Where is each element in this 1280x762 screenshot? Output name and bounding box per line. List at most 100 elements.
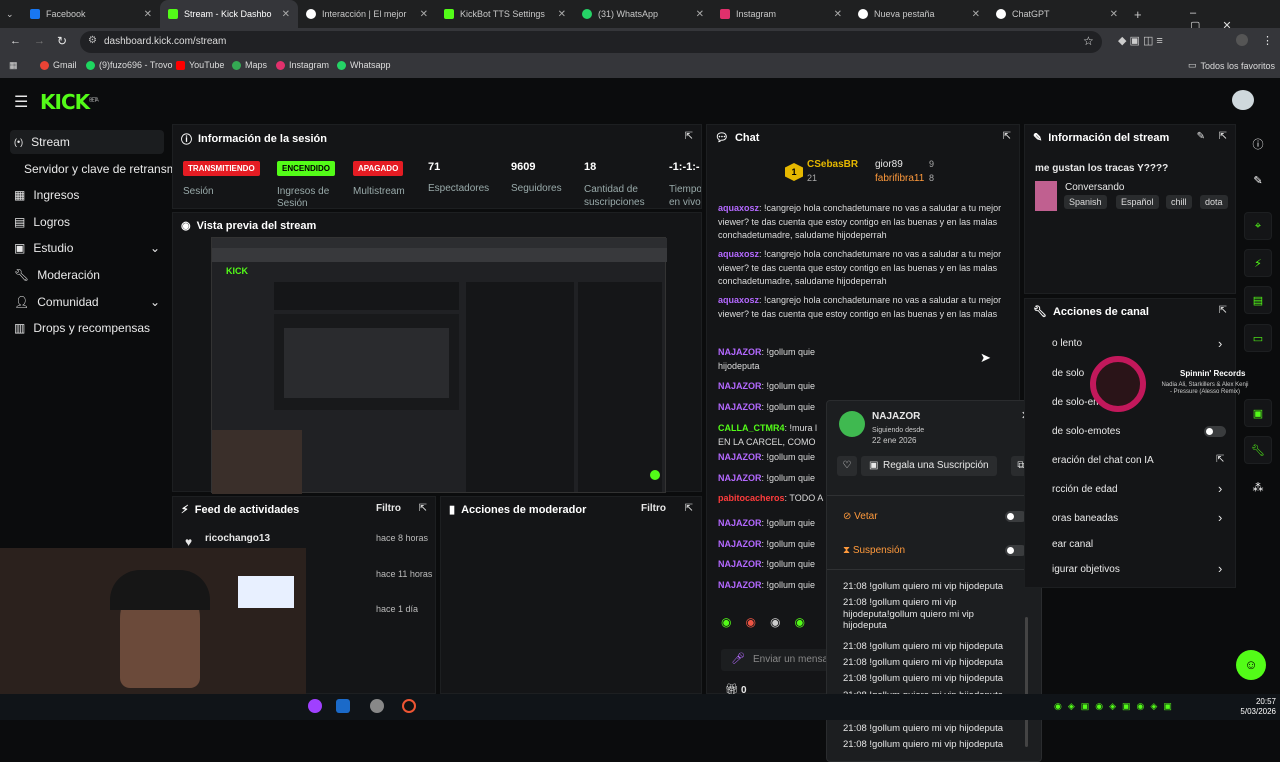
browser-tab[interactable]: KickBot TTS Settings ✕ xyxy=(436,0,574,28)
close-icon[interactable]: ✕ xyxy=(558,9,566,20)
browser-tab[interactable]: Nueva pestaña ✕ xyxy=(850,0,988,28)
chat-username[interactable]: aquaxosz xyxy=(718,295,759,305)
channel-action[interactable]: rcción de edad xyxy=(1052,484,1118,495)
bookmark-youtube[interactable]: YouTube xyxy=(176,60,224,70)
chat-username[interactable]: CALLA_CTMR4 xyxy=(718,423,785,433)
channel-action[interactable]: oras baneadas xyxy=(1052,513,1118,524)
chevron-right-icon[interactable]: › xyxy=(1218,481,1222,496)
bookmark-gmail[interactable]: Gmail xyxy=(40,60,77,70)
browser-tab[interactable]: Stream - Kick Dashbo ✕ xyxy=(160,0,298,28)
close-icon[interactable]: ✕ xyxy=(696,9,704,20)
chat-username[interactable]: NAJAZOR xyxy=(718,381,762,391)
tag[interactable]: dota xyxy=(1200,195,1228,209)
sidebar-item-stream[interactable]: (•) Stream xyxy=(10,130,164,154)
chat-username[interactable]: NAJAZOR xyxy=(718,518,762,528)
tag[interactable]: Spanish xyxy=(1064,195,1107,209)
chat-username[interactable]: NAJAZOR xyxy=(718,347,762,357)
sidebar-item-comunidad[interactable]: 👤︎ Comunidad ⌄ xyxy=(10,290,164,314)
edit-icon[interactable]: ✎ xyxy=(1244,166,1272,194)
popout-icon[interactable]: ⇱ xyxy=(1219,305,1227,316)
sidebar-item-moderacion[interactable]: 🔧︎ Moderación xyxy=(10,263,164,287)
url-bar[interactable]: dashboard.kick.com/stream xyxy=(80,31,1102,53)
channel-action[interactable]: o lento xyxy=(1052,338,1082,349)
channel-action[interactable]: igurar objetivos xyxy=(1052,564,1120,575)
popout-icon[interactable]: ⇱ xyxy=(1003,131,1011,142)
close-icon[interactable]: ✕ xyxy=(1110,9,1118,20)
settings-icon[interactable]: 🔧︎ xyxy=(1244,436,1272,464)
chat-username[interactable]: NAJAZOR xyxy=(718,473,762,483)
bookmark-instagram[interactable]: Instagram xyxy=(276,60,329,70)
forward-icon[interactable]: → xyxy=(34,35,45,47)
chat-message[interactable]: NAJAZOR: !gollum quie xyxy=(718,517,826,531)
avatar[interactable] xyxy=(1236,34,1248,46)
popout-icon[interactable]: ⇱ xyxy=(1219,131,1227,142)
scan-icon[interactable]: ⌖ xyxy=(1244,212,1272,240)
chat-message[interactable]: NAJAZOR: !gollum quie xyxy=(718,451,826,465)
chat-username[interactable]: NAJAZOR xyxy=(718,539,762,549)
chat-message[interactable]: NAJAZOR: !gollum quie xyxy=(718,579,826,593)
chat-username[interactable]: NAJAZOR xyxy=(718,452,762,462)
chat-message[interactable]: pabitocacheros: TODO A xyxy=(718,492,826,506)
avatar[interactable] xyxy=(1232,90,1254,110)
chat-message[interactable]: NAJAZOR: !gollum quie xyxy=(718,472,826,486)
support-button[interactable]: ☺ xyxy=(1236,650,1266,680)
list-icon[interactable]: ▤ xyxy=(1244,286,1272,314)
mic-icon[interactable]: 🎤︎ xyxy=(731,652,745,665)
chevron-right-icon[interactable]: › xyxy=(1218,510,1222,525)
browser-tab[interactable]: ChatGPT ✕ xyxy=(988,0,1126,28)
obs-icon[interactable] xyxy=(402,699,416,713)
popout-icon[interactable]: ⇱ xyxy=(419,503,427,514)
scrollbar[interactable] xyxy=(1025,617,1028,747)
star-icon[interactable]: ☆ xyxy=(1083,34,1094,48)
channel-action[interactable]: de solo xyxy=(1052,368,1084,379)
tab-search-button[interactable]: ⌄ xyxy=(0,0,22,28)
popout-icon[interactable]: ⇱ xyxy=(685,503,693,514)
gift-sub-button[interactable]: ▣ Regala una Suscripción xyxy=(861,456,997,476)
share-icon[interactable]: ⁂ xyxy=(1244,473,1272,501)
bookmark-trovo[interactable]: (9)fuzo696 - Trovo xyxy=(86,60,173,70)
sidebar-item-estudio[interactable]: ▣ Estudio ⌄ xyxy=(10,236,164,260)
chat-message[interactable]: NAJAZOR: !gollum quie xyxy=(718,558,826,572)
chat-message[interactable]: NAJAZOR: !gollum quie xyxy=(718,538,826,552)
chat-username[interactable]: pabitocacheros xyxy=(718,493,785,503)
chat-username[interactable]: NAJAZOR xyxy=(718,402,762,412)
channel-action[interactable]: eración del chat con IA xyxy=(1052,455,1154,466)
emotes-toggle[interactable] xyxy=(1204,426,1226,437)
browser-tab[interactable]: Facebook ✕ xyxy=(22,0,160,28)
apps-icon[interactable]: ▦ xyxy=(9,60,18,71)
emote-bar[interactable]: ◉ ◉ ◉ ◉ xyxy=(721,615,841,633)
chat-message[interactable]: CALLA_CTMR4: !mura l EN LA CARCEL, COMO xyxy=(718,422,826,449)
sidebar-item-ingresos[interactable]: ▦ Ingresos xyxy=(10,183,164,207)
chat-username[interactable]: aquaxosz xyxy=(718,249,759,259)
extensions-icon[interactable]: ◆ ▣ ◫ ≡ xyxy=(1118,34,1163,47)
chat-message[interactable]: NAJAZOR: !gollum quie xyxy=(718,380,826,394)
browser-tab[interactable]: Instagram ✕ xyxy=(712,0,850,28)
close-icon[interactable]: ✕ xyxy=(282,9,290,20)
chat-username[interactable]: NAJAZOR xyxy=(718,580,762,590)
stream-preview-video[interactable]: KICK xyxy=(211,237,667,494)
chat-message[interactable]: aquaxosz: !cangrejo hola conchadetumare … xyxy=(718,248,1008,289)
hamburger-icon[interactable]: ☰ xyxy=(14,92,28,112)
bolt-icon[interactable]: ⚡︎ xyxy=(1244,249,1272,277)
system-tray[interactable]: ◉◈▣◉◈▣◉◈▣ xyxy=(1054,701,1178,712)
new-tab-button[interactable]: + xyxy=(1126,0,1150,28)
reload-icon[interactable]: ↻ xyxy=(57,34,67,48)
chat-icon[interactable]: ▭ xyxy=(1244,324,1272,352)
bookmark-whatsapp[interactable]: Whatsapp xyxy=(337,60,391,70)
sidebar-item-server[interactable]: Servidor y clave de retransmisión xyxy=(20,157,180,181)
channel-action[interactable]: de solo-emotes xyxy=(1052,426,1120,437)
bookmark-maps[interactable]: Maps xyxy=(232,60,267,70)
back-icon[interactable]: ← xyxy=(10,35,21,47)
follow-heart-button[interactable]: ♡ xyxy=(837,456,857,476)
chat-message[interactable]: NAJAZOR: !gollum quie xyxy=(718,401,826,415)
chevron-right-icon[interactable]: › xyxy=(1218,336,1222,351)
edit-icon[interactable]: ✎ xyxy=(1197,131,1205,142)
close-icon[interactable]: ✕ xyxy=(972,9,980,20)
external-icon[interactable]: ⇱ xyxy=(1216,454,1224,465)
chat-message[interactable]: NAJAZOR: !gollum quie hijodeputa xyxy=(718,346,826,373)
chevron-right-icon[interactable]: › xyxy=(1218,561,1222,576)
chat-username[interactable]: NAJAZOR xyxy=(718,559,762,569)
info-icon[interactable]: ⓘ xyxy=(1244,130,1272,158)
kick-logo[interactable]: KICKBETA xyxy=(40,90,99,114)
browser-tab[interactable]: (31) WhatsApp ✕ xyxy=(574,0,712,28)
